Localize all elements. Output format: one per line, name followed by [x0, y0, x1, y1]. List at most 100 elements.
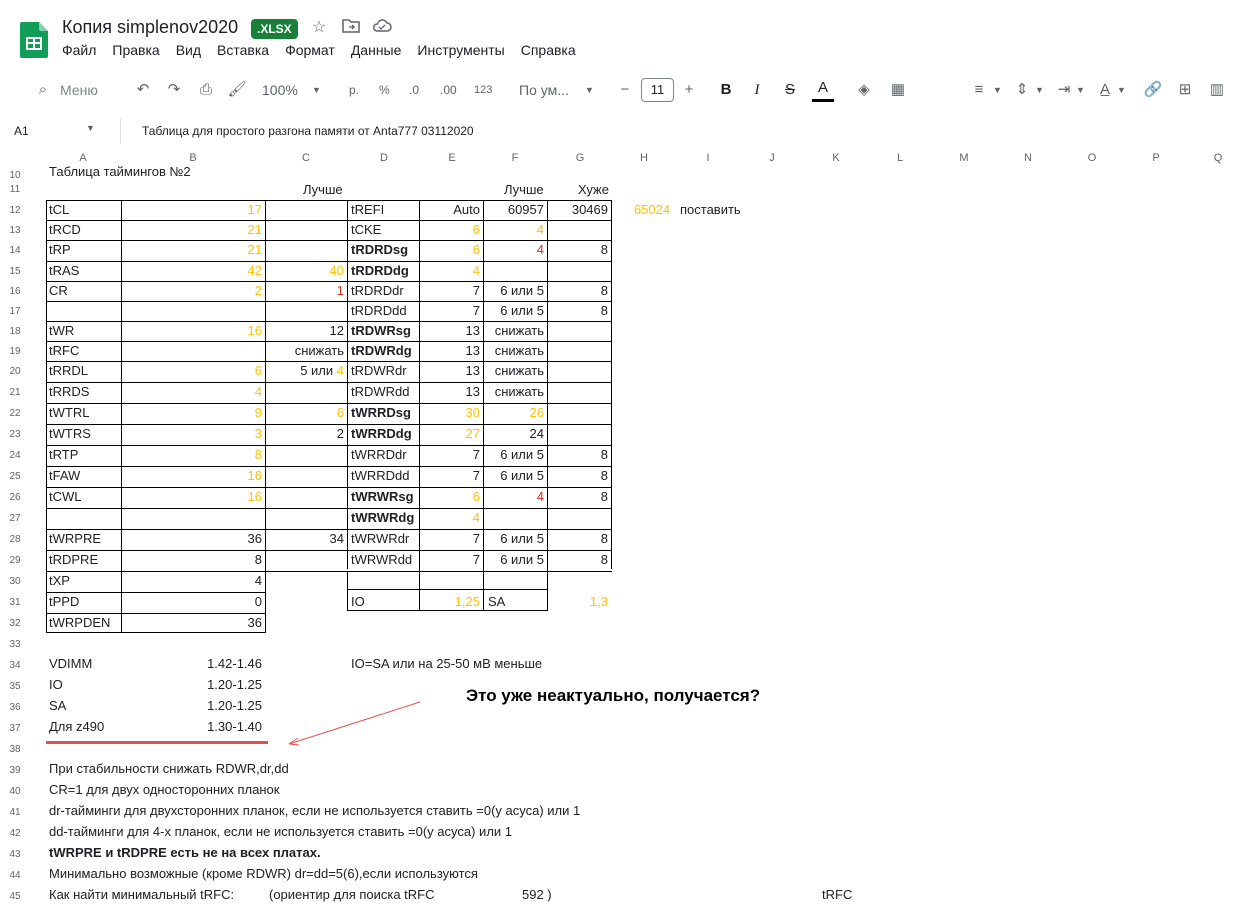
cell[interactable]: (ориентир для поиска tRFC: [269, 885, 435, 904]
cell[interactable]: tWRWRdg: [351, 508, 414, 528]
cell[interactable]: tWRPRE: [49, 529, 101, 549]
more-formats-button[interactable]: 123: [474, 78, 492, 102]
font-dropdown-icon[interactable]: ▼: [585, 78, 594, 102]
percent-format-button[interactable]: %: [379, 78, 390, 102]
cell[interactable]: 13: [422, 321, 480, 341]
cell[interactable]: [550, 321, 608, 341]
cell[interactable]: [486, 571, 544, 591]
cell[interactable]: tRDRDsg: [351, 240, 408, 260]
cell[interactable]: снижать: [486, 382, 544, 402]
cell[interactable]: 6 или 5: [486, 281, 544, 301]
row-number[interactable]: 34: [0, 660, 30, 671]
row-number[interactable]: 36: [0, 702, 30, 713]
cell[interactable]: 4: [486, 487, 544, 507]
cell[interactable]: tRRDL: [49, 361, 88, 381]
cell[interactable]: [268, 240, 344, 260]
decrease-decimal-button[interactable]: .0: [409, 78, 419, 102]
row-number[interactable]: 25: [0, 471, 30, 482]
cell[interactable]: 7: [422, 529, 480, 549]
cell[interactable]: [486, 613, 544, 633]
row-number[interactable]: 40: [0, 786, 30, 797]
cell[interactable]: 27: [422, 424, 480, 444]
cell[interactable]: tRFC: [822, 885, 852, 904]
cell[interactable]: 42: [124, 261, 262, 281]
cell[interactable]: CR=1 для двух односторонних планок: [49, 780, 279, 800]
star-icon[interactable]: ☆: [309, 18, 329, 38]
cell[interactable]: tRDRDdg: [351, 261, 409, 281]
column-header[interactable]: Q: [1214, 152, 1223, 164]
name-box[interactable]: A1: [14, 124, 29, 138]
cell[interactable]: 34: [268, 529, 344, 549]
row-number[interactable]: 30: [0, 576, 30, 587]
decrease-font-size-icon[interactable]: −: [614, 78, 636, 102]
cell[interactable]: tWRRDdd: [351, 466, 410, 486]
vertical-align-icon[interactable]: ⇕: [1011, 78, 1033, 102]
cell[interactable]: 8: [550, 281, 608, 301]
cell[interactable]: tXP: [49, 571, 70, 591]
cell[interactable]: [268, 200, 344, 220]
cell[interactable]: снижать: [486, 341, 544, 361]
menu-edit[interactable]: Правка: [112, 42, 159, 58]
cell[interactable]: [268, 508, 344, 528]
cell[interactable]: CR: [49, 281, 68, 301]
cell[interactable]: SA: [49, 696, 66, 716]
cell[interactable]: 40: [268, 261, 344, 281]
horizontal-align-icon[interactable]: ≡: [968, 78, 990, 102]
cell[interactable]: SA: [488, 592, 546, 612]
menu-tools[interactable]: Инструменты: [417, 42, 504, 58]
row-number[interactable]: 23: [0, 429, 30, 440]
insert-chart-icon[interactable]: ▥: [1206, 78, 1228, 102]
cell[interactable]: Хуже: [578, 180, 609, 200]
row-number[interactable]: 39: [0, 765, 30, 776]
row-number[interactable]: 22: [0, 408, 30, 419]
currency-format-button[interactable]: р.: [349, 78, 359, 102]
text-color-button[interactable]: A: [812, 78, 834, 102]
cell[interactable]: [268, 445, 344, 465]
cell[interactable]: [268, 382, 344, 402]
cell[interactable]: 17: [124, 200, 262, 220]
cell[interactable]: 6 или 5: [486, 466, 544, 486]
cell[interactable]: 26: [486, 403, 544, 423]
cell[interactable]: 24: [486, 424, 544, 444]
menu-insert[interactable]: Вставка: [217, 42, 269, 58]
fill-color-icon[interactable]: ◈: [853, 78, 875, 102]
cell[interactable]: 592 ): [522, 885, 552, 904]
bold-button[interactable]: B: [715, 78, 737, 102]
row-number[interactable]: 33: [0, 639, 30, 650]
cell[interactable]: 4: [486, 240, 544, 260]
cell[interactable]: 21: [124, 240, 262, 260]
move-folder-icon[interactable]: [341, 18, 361, 38]
cell[interactable]: [486, 508, 544, 528]
cell[interactable]: 21: [124, 220, 262, 240]
cell[interactable]: [550, 424, 608, 444]
cell[interactable]: tWTRL: [49, 403, 89, 423]
cell[interactable]: 6: [124, 361, 262, 381]
row-number[interactable]: 14: [0, 245, 30, 256]
cell[interactable]: dr-тайминги для двухсторонних планок, ес…: [49, 801, 580, 821]
cell[interactable]: 60957: [486, 200, 544, 220]
cell[interactable]: Минимально возможные (кроме RDWR) dr=dd=…: [49, 864, 478, 884]
menu-help[interactable]: Справка: [521, 42, 576, 58]
cell[interactable]: VDIMM: [49, 654, 92, 674]
cell[interactable]: снижать: [486, 361, 544, 381]
cell[interactable]: tWRPRE и tRDPRE есть не на всех платах.: [49, 843, 321, 863]
cell[interactable]: [268, 571, 344, 591]
cell[interactable]: tRFC: [49, 341, 79, 361]
document-title[interactable]: Копия simplenov2020: [62, 17, 238, 38]
sheets-logo-icon[interactable]: [20, 22, 48, 58]
row-number[interactable]: 27: [0, 513, 30, 524]
cell[interactable]: [268, 487, 344, 507]
cell[interactable]: tREFI: [351, 200, 384, 220]
cell[interactable]: Лучше: [504, 180, 544, 200]
cell[interactable]: tWR: [49, 321, 74, 341]
cell[interactable]: tWRPDEN: [49, 613, 110, 633]
cell[interactable]: 1.42-1.46: [150, 654, 262, 674]
cell[interactable]: tRCD: [49, 220, 81, 240]
cell[interactable]: 8: [550, 529, 608, 549]
row-number[interactable]: 20: [0, 366, 30, 377]
column-header[interactable]: O: [1088, 152, 1097, 164]
increase-font-size-icon[interactable]: +: [678, 78, 700, 102]
cell[interactable]: снижать: [486, 321, 544, 341]
sheet-grid[interactable]: 10 11 12 13 14 15 16 17 18 19 20 21 22 2…: [0, 164, 1234, 904]
font-size-input[interactable]: 11: [641, 78, 674, 102]
